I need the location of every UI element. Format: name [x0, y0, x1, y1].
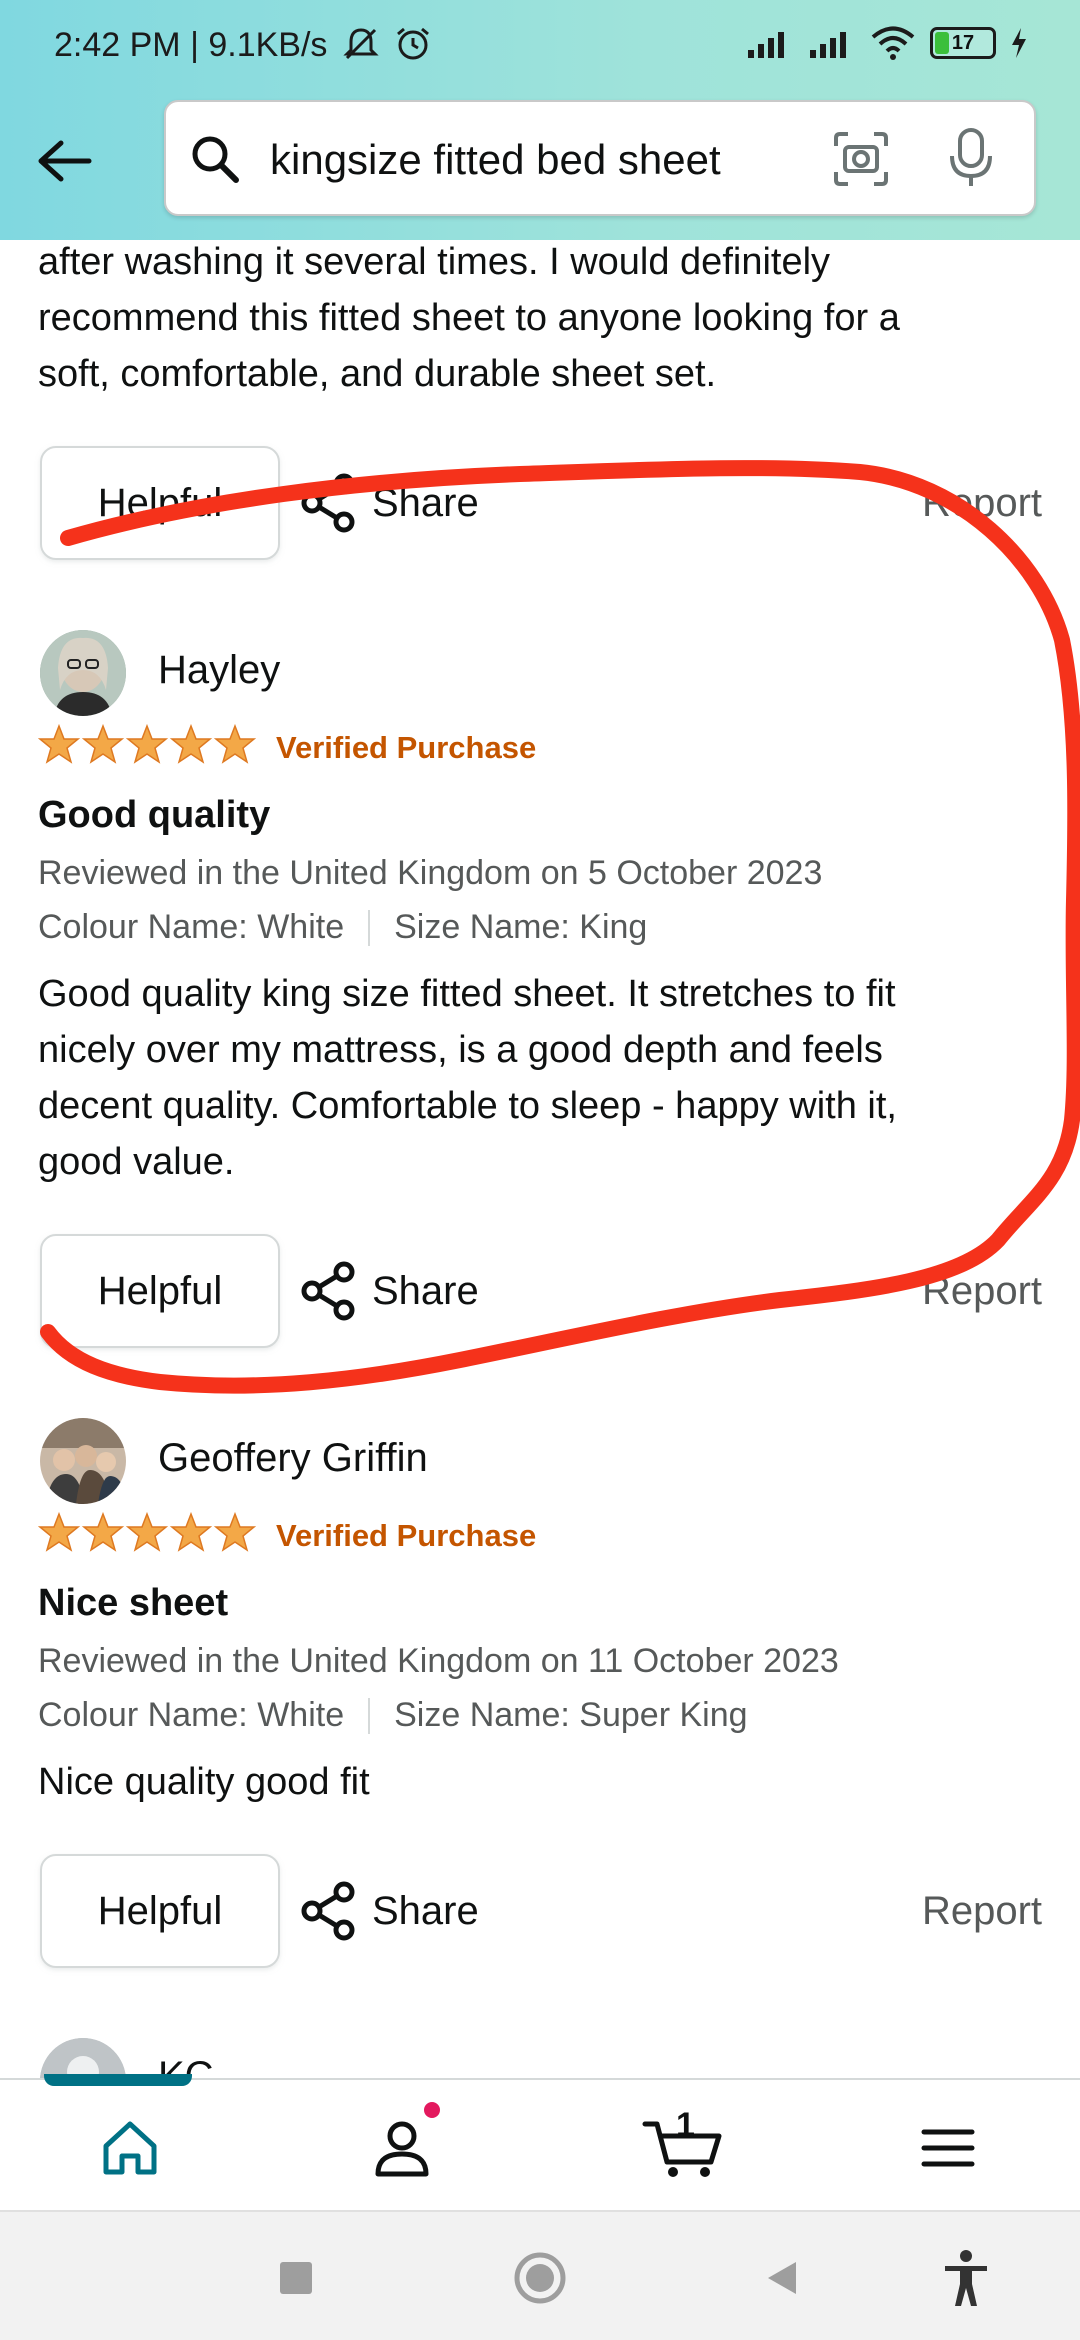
back-button[interactable] — [30, 126, 100, 196]
share-icon — [301, 1881, 355, 1941]
back-system-button[interactable] — [752, 2248, 812, 2308]
cart-tab[interactable]: 1 — [632, 2106, 732, 2188]
size-name: Size Name: Super King — [394, 1696, 748, 1734]
review-body: Nice quality good fit — [38, 1754, 1048, 1810]
search-bar[interactable]: kingsize fitted bed sheet — [164, 100, 1036, 216]
report-link[interactable]: Report — [922, 446, 1042, 560]
cart-count: 1 — [676, 2106, 695, 2144]
star-icon — [126, 1512, 168, 1552]
menu-tab[interactable] — [908, 2108, 988, 2188]
triangle-back-icon — [768, 2262, 796, 2294]
review-title: Nice sheet — [38, 1582, 229, 1624]
home-icon — [103, 2121, 157, 2175]
text-line: good value. — [38, 1141, 235, 1183]
notification-dot — [422, 2100, 442, 2120]
home-active-indicator — [44, 2074, 192, 2086]
star-icon — [126, 724, 168, 764]
avatar — [40, 1418, 126, 1504]
star-rating — [38, 724, 256, 764]
colour-name: Colour Name: White — [38, 1696, 345, 1734]
star-icon — [82, 724, 124, 764]
square-icon — [280, 2262, 312, 2294]
system-nav-bar — [0, 2210, 1080, 2340]
search-input[interactable]: kingsize fitted bed sheet — [270, 136, 721, 184]
charging-icon — [1012, 28, 1026, 58]
report-link[interactable]: Report — [922, 1854, 1042, 1968]
status-icons: 17 — [746, 26, 1028, 60]
share-button[interactable]: Share — [300, 1234, 479, 1348]
signal-icon-2 — [810, 32, 846, 58]
helpful-button[interactable]: Helpful — [40, 1854, 280, 1968]
microphone-icon[interactable] — [946, 126, 996, 190]
star-icon — [170, 724, 212, 764]
search-icon — [192, 136, 239, 183]
share-label: Share — [372, 1888, 479, 1933]
text-line: Nice quality good fit — [38, 1761, 370, 1803]
star-icon — [38, 1512, 80, 1552]
share-button[interactable]: Share — [300, 1854, 479, 1968]
avatar — [40, 2038, 126, 2078]
accessibility-button[interactable] — [936, 2248, 996, 2308]
status-bar: 2:42 PM | 9.1KB/s 17 — [0, 0, 1080, 96]
status-text: 2:42 PM | 9.1KB/s — [54, 26, 328, 64]
circle-icon — [514, 2252, 566, 2304]
variant-info[interactable]: Colour Name: White Size Name: Super King — [38, 1696, 748, 1735]
review-title: Good quality — [38, 794, 271, 836]
text-line: after washing it several times. I would … — [38, 241, 831, 283]
star-icon — [38, 724, 80, 764]
reviews-list[interactable]: after washing it several times. I would … — [0, 240, 1080, 2078]
home-tab[interactable] — [90, 2108, 170, 2188]
variant-info[interactable]: Colour Name: White Size Name: King — [38, 908, 647, 947]
star-icon — [170, 1512, 212, 1552]
status-time-speed: 2:42 PM | 9.1KB/s — [54, 26, 432, 65]
share-icon — [301, 1261, 355, 1321]
signal-icon — [748, 32, 784, 58]
divider — [368, 1697, 371, 1734]
reviewer-name[interactable]: Hayley — [158, 648, 280, 693]
bottom-nav: 1 — [0, 2074, 1080, 2210]
home-system-button[interactable] — [510, 2248, 570, 2308]
back-arrow-icon — [38, 140, 92, 182]
share-button[interactable]: Share — [300, 446, 479, 560]
text-line: soft, comfortable, and durable sheet set… — [38, 353, 717, 395]
text-line: recommend this fitted sheet to anyone lo… — [38, 297, 900, 339]
review-body: Good quality king size fitted sheet. It … — [38, 966, 1048, 1190]
size-name: Size Name: King — [394, 908, 648, 946]
verified-purchase-badge: Verified Purchase — [276, 1518, 537, 1553]
account-icon — [375, 2121, 429, 2177]
report-link[interactable]: Report — [922, 1234, 1042, 1348]
avatar — [40, 630, 126, 716]
account-tab[interactable] — [362, 2100, 442, 2188]
review-date: Reviewed in the United Kingdom on 11 Oct… — [38, 1642, 839, 1680]
share-label: Share — [372, 1268, 479, 1313]
accessibility-icon — [945, 2250, 987, 2306]
share-icon — [301, 473, 355, 533]
menu-icon — [921, 2129, 975, 2167]
helpful-button[interactable]: Helpful — [40, 446, 280, 560]
muted-bell-icon — [343, 28, 379, 60]
helpful-button[interactable]: Helpful — [40, 1234, 280, 1348]
star-icon — [214, 1512, 256, 1552]
text-line: Good quality king size fitted sheet. It … — [38, 973, 896, 1015]
share-label: Share — [372, 480, 479, 525]
verified-purchase-badge: Verified Purchase — [276, 730, 537, 765]
top-header: 2:42 PM | 9.1KB/s 17 kingsize fitted bed… — [0, 0, 1080, 240]
recents-button[interactable] — [266, 2248, 326, 2308]
star-icon — [214, 724, 256, 764]
alarm-icon — [397, 27, 430, 60]
previous-review-text: after washing it several times. I would … — [38, 240, 1048, 402]
reviewer-name[interactable]: Geoffery Griffin — [158, 1436, 428, 1481]
star-icon — [82, 1512, 124, 1552]
star-rating — [38, 1512, 256, 1552]
divider — [368, 909, 371, 946]
battery-indicator: 17 — [930, 27, 996, 59]
wifi-icon — [871, 26, 915, 60]
colour-name: Colour Name: White — [38, 908, 345, 946]
review-date: Reviewed in the United Kingdom on 5 Octo… — [38, 854, 823, 892]
text-line: nicely over my mattress, is a good depth… — [38, 1029, 883, 1071]
text-line: decent quality. Comfortable to sleep - h… — [38, 1085, 897, 1127]
camera-lens-icon[interactable] — [832, 130, 890, 188]
